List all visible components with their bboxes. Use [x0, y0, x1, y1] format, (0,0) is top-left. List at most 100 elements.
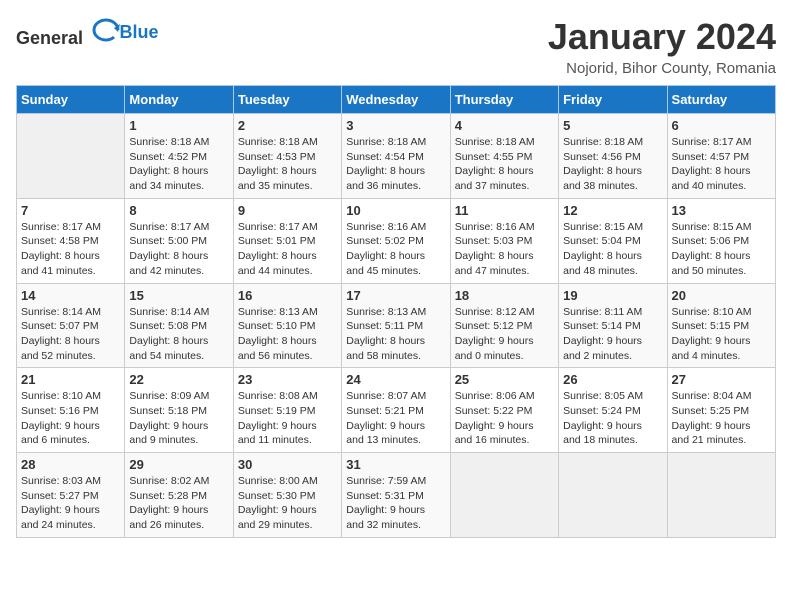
- calendar-cell: [450, 453, 558, 538]
- calendar-cell: 23 Sunrise: 8:08 AM Sunset: 5:19 PM Dayli…: [233, 368, 341, 453]
- weekday-header-wednesday: Wednesday: [342, 86, 450, 114]
- day-info: Sunrise: 8:06 AM Sunset: 5:22 PM Dayligh…: [455, 389, 554, 448]
- title-area: January 2024 Nojorid, Bihor County, Roma…: [548, 16, 776, 77]
- day-number: 16: [238, 288, 337, 303]
- logo: General Blue: [16, 16, 159, 49]
- day-info: Sunrise: 8:05 AM Sunset: 5:24 PM Dayligh…: [563, 389, 662, 448]
- day-number: 8: [129, 203, 228, 218]
- calendar-body: 1 Sunrise: 8:18 AM Sunset: 4:52 PM Daylig…: [17, 114, 776, 538]
- day-number: 1: [129, 118, 228, 133]
- calendar-cell: 22 Sunrise: 8:09 AM Sunset: 5:18 PM Dayli…: [125, 368, 233, 453]
- month-title: January 2024: [548, 16, 776, 58]
- day-number: 18: [455, 288, 554, 303]
- day-number: 13: [672, 203, 771, 218]
- calendar-cell: 14 Sunrise: 8:14 AM Sunset: 5:07 PM Dayli…: [17, 283, 125, 368]
- weekday-header-friday: Friday: [559, 86, 667, 114]
- day-number: 10: [346, 203, 445, 218]
- calendar-cell: 3 Sunrise: 8:18 AM Sunset: 4:54 PM Daylig…: [342, 114, 450, 199]
- day-info: Sunrise: 8:10 AM Sunset: 5:16 PM Dayligh…: [21, 389, 120, 448]
- calendar-cell: 21Sunrise: 8:10 AM Sunset: 5:16 PM Dayli…: [17, 368, 125, 453]
- day-number: 11: [455, 203, 554, 218]
- calendar-cell: 26 Sunrise: 8:05 AM Sunset: 5:24 PM Dayli…: [559, 368, 667, 453]
- logo-blue-text: Blue: [120, 22, 159, 43]
- day-number: 14: [21, 288, 120, 303]
- day-info: Sunrise: 8:08 AM Sunset: 5:19 PM Dayligh…: [238, 389, 337, 448]
- logo-icon: [92, 16, 120, 44]
- calendar-cell: 30 Sunrise: 8:00 AM Sunset: 5:30 PM Dayli…: [233, 453, 341, 538]
- calendar-cell: 9Sunrise: 8:17 AM Sunset: 5:01 PM Daylig…: [233, 198, 341, 283]
- day-info: Sunrise: 8:07 AM Sunset: 5:21 PM Dayligh…: [346, 389, 445, 448]
- day-info: Sunrise: 8:15 AM Sunset: 5:06 PM Dayligh…: [672, 220, 771, 279]
- day-number: 31: [346, 457, 445, 472]
- calendar-week-4: 28 Sunrise: 8:03 AM Sunset: 5:27 PM Dayli…: [17, 453, 776, 538]
- calendar-cell: [667, 453, 775, 538]
- day-info: Sunrise: 8:14 AM Sunset: 5:07 PM Dayligh…: [21, 305, 120, 364]
- weekday-row: SundayMondayTuesdayWednesdayThursdayFrid…: [17, 86, 776, 114]
- day-info: Sunrise: 8:11 AM Sunset: 5:14 PM Dayligh…: [563, 305, 662, 364]
- calendar-cell: 20Sunrise: 8:10 AM Sunset: 5:15 PM Dayli…: [667, 283, 775, 368]
- day-number: 29: [129, 457, 228, 472]
- day-info: Sunrise: 8:18 AM Sunset: 4:52 PM Dayligh…: [129, 135, 228, 194]
- day-number: 25: [455, 372, 554, 387]
- calendar-cell: 11Sunrise: 8:16 AM Sunset: 5:03 PM Dayli…: [450, 198, 558, 283]
- day-info: Sunrise: 8:18 AM Sunset: 4:53 PM Dayligh…: [238, 135, 337, 194]
- day-info: Sunrise: 8:17 AM Sunset: 5:00 PM Dayligh…: [129, 220, 228, 279]
- day-number: 4: [455, 118, 554, 133]
- calendar-cell: 7Sunrise: 8:17 AM Sunset: 4:58 PM Daylig…: [17, 198, 125, 283]
- day-info: Sunrise: 8:04 AM Sunset: 5:25 PM Dayligh…: [672, 389, 771, 448]
- calendar-cell: 6 Sunrise: 8:17 AM Sunset: 4:57 PM Daylig…: [667, 114, 775, 199]
- calendar-header: SundayMondayTuesdayWednesdayThursdayFrid…: [17, 86, 776, 114]
- calendar-cell: 25 Sunrise: 8:06 AM Sunset: 5:22 PM Dayli…: [450, 368, 558, 453]
- day-info: Sunrise: 8:14 AM Sunset: 5:08 PM Dayligh…: [129, 305, 228, 364]
- day-info: Sunrise: 8:12 AM Sunset: 5:12 PM Dayligh…: [455, 305, 554, 364]
- weekday-header-tuesday: Tuesday: [233, 86, 341, 114]
- calendar-cell: 31 Sunrise: 7:59 AM Sunset: 5:31 PM Dayli…: [342, 453, 450, 538]
- calendar-cell: 29 Sunrise: 8:02 AM Sunset: 5:28 PM Dayli…: [125, 453, 233, 538]
- day-info: Sunrise: 8:17 AM Sunset: 4:57 PM Dayligh…: [672, 135, 771, 194]
- day-info: Sunrise: 8:18 AM Sunset: 4:56 PM Dayligh…: [563, 135, 662, 194]
- day-number: 3: [346, 118, 445, 133]
- day-number: 23: [238, 372, 337, 387]
- calendar-cell: [559, 453, 667, 538]
- weekday-header-thursday: Thursday: [450, 86, 558, 114]
- day-number: 30: [238, 457, 337, 472]
- day-info: Sunrise: 8:03 AM Sunset: 5:27 PM Dayligh…: [21, 474, 120, 533]
- weekday-header-saturday: Saturday: [667, 86, 775, 114]
- day-number: 12: [563, 203, 662, 218]
- day-info: Sunrise: 8:17 AM Sunset: 5:01 PM Dayligh…: [238, 220, 337, 279]
- day-info: Sunrise: 8:02 AM Sunset: 5:28 PM Dayligh…: [129, 474, 228, 533]
- calendar-cell: 4 Sunrise: 8:18 AM Sunset: 4:55 PM Daylig…: [450, 114, 558, 199]
- calendar-cell: 12 Sunrise: 8:15 AM Sunset: 5:04 PM Dayli…: [559, 198, 667, 283]
- day-number: 2: [238, 118, 337, 133]
- day-info: Sunrise: 8:13 AM Sunset: 5:10 PM Dayligh…: [238, 305, 337, 364]
- weekday-header-sunday: Sunday: [17, 86, 125, 114]
- weekday-header-monday: Monday: [125, 86, 233, 114]
- day-number: 27: [672, 372, 771, 387]
- calendar-cell: 18 Sunrise: 8:12 AM Sunset: 5:12 PM Dayli…: [450, 283, 558, 368]
- calendar-week-0: 1 Sunrise: 8:18 AM Sunset: 4:52 PM Daylig…: [17, 114, 776, 199]
- day-number: 24: [346, 372, 445, 387]
- calendar-cell: 5Sunrise: 8:18 AM Sunset: 4:56 PM Daylig…: [559, 114, 667, 199]
- calendar-cell: 8 Sunrise: 8:17 AM Sunset: 5:00 PM Daylig…: [125, 198, 233, 283]
- day-info: Sunrise: 7:59 AM Sunset: 5:31 PM Dayligh…: [346, 474, 445, 533]
- calendar-cell: [17, 114, 125, 199]
- calendar-table: SundayMondayTuesdayWednesdayThursdayFrid…: [16, 85, 776, 538]
- day-number: 28: [21, 457, 120, 472]
- day-info: Sunrise: 8:15 AM Sunset: 5:04 PM Dayligh…: [563, 220, 662, 279]
- logo-general-text: General: [16, 28, 83, 48]
- calendar-cell: 1 Sunrise: 8:18 AM Sunset: 4:52 PM Daylig…: [125, 114, 233, 199]
- calendar-cell: 24 Sunrise: 8:07 AM Sunset: 5:21 PM Dayli…: [342, 368, 450, 453]
- calendar-cell: 2 Sunrise: 8:18 AM Sunset: 4:53 PM Daylig…: [233, 114, 341, 199]
- day-info: Sunrise: 8:18 AM Sunset: 4:54 PM Dayligh…: [346, 135, 445, 194]
- day-number: 26: [563, 372, 662, 387]
- day-info: Sunrise: 8:18 AM Sunset: 4:55 PM Dayligh…: [455, 135, 554, 194]
- day-number: 17: [346, 288, 445, 303]
- day-number: 22: [129, 372, 228, 387]
- day-info: Sunrise: 8:09 AM Sunset: 5:18 PM Dayligh…: [129, 389, 228, 448]
- day-number: 6: [672, 118, 771, 133]
- calendar-cell: 27 Sunrise: 8:04 AM Sunset: 5:25 PM Dayli…: [667, 368, 775, 453]
- day-info: Sunrise: 8:16 AM Sunset: 5:02 PM Dayligh…: [346, 220, 445, 279]
- calendar-week-1: 7Sunrise: 8:17 AM Sunset: 4:58 PM Daylig…: [17, 198, 776, 283]
- calendar-cell: 17Sunrise: 8:13 AM Sunset: 5:11 PM Dayli…: [342, 283, 450, 368]
- day-info: Sunrise: 8:00 AM Sunset: 5:30 PM Dayligh…: [238, 474, 337, 533]
